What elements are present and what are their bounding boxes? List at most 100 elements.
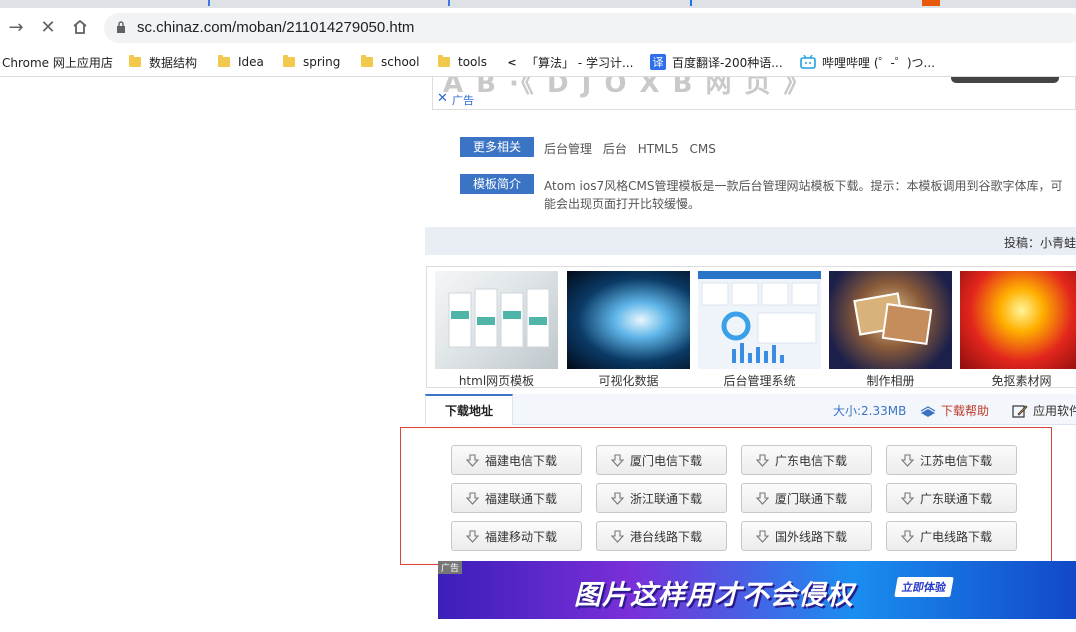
bookmark-leetcode[interactable]: < 「算法」 - 学习计... xyxy=(504,53,633,71)
app-software-label: 应用软件 xyxy=(1033,404,1076,418)
thumb-caption: 制作相册 xyxy=(866,374,915,388)
related-tags: 后台管理 后台 HTML5 CMS xyxy=(544,140,723,157)
related-thumbnails: html网页模板 可视化数据 后台管理系统 制作相册 免抠素材网 xyxy=(426,266,1076,388)
download-button[interactable]: 福建移动下载 xyxy=(451,521,582,551)
download-button[interactable]: 福建联通下载 xyxy=(451,483,582,513)
tag-link[interactable]: CMS xyxy=(690,142,716,156)
ad-banner-art: A B ·《 D J O X B 网 页 》 xyxy=(443,77,812,99)
download-button-label: 福建移动下载 xyxy=(485,529,558,544)
bookmark-folder[interactable]: 数据结构 xyxy=(129,53,197,71)
thumb-image xyxy=(698,271,821,369)
file-size: 大小:2.33MB xyxy=(833,404,907,418)
thumb-image xyxy=(567,271,690,369)
download-arrow-icon xyxy=(756,453,769,467)
ad-banner-button-art xyxy=(951,77,1059,83)
thumb-card[interactable]: 可视化数据 xyxy=(567,271,690,388)
lock-icon xyxy=(117,21,125,33)
bookmark-folder[interactable]: school xyxy=(361,53,419,71)
tag-link[interactable]: 后台管理 xyxy=(544,142,592,156)
tab-marker xyxy=(922,0,940,6)
bookmark-bilibili[interactable]: 哔哩哔哩 (゜-゜)つ... xyxy=(800,53,935,71)
bookmark-label: 百度翻译-200种语... xyxy=(672,55,783,70)
bookmark-label: school xyxy=(381,55,420,69)
download-arrow-icon xyxy=(756,529,769,543)
stop-loading-icon[interactable]: ✕ xyxy=(38,18,58,38)
address-bar[interactable]: sc.chinaz.com/moban/211014279050.htm xyxy=(104,13,1076,43)
bookmark-folder[interactable]: Idea xyxy=(218,53,264,71)
thumb-card[interactable]: 制作相册 xyxy=(829,271,952,388)
top-ad-banner[interactable]: A B ·《 D J O X B 网 页 》 ✕ 广告 xyxy=(432,77,1076,110)
home-icon[interactable] xyxy=(70,18,90,38)
download-arrow-icon xyxy=(901,529,914,543)
pencil-icon xyxy=(1012,404,1028,418)
bookmark-label: tools xyxy=(458,55,487,69)
thumb-image xyxy=(829,271,952,369)
close-icon[interactable]: ✕ xyxy=(437,91,448,106)
thumb-caption: 后台管理系统 xyxy=(723,374,796,388)
submitter-bar: 投稿：小青蛙 xyxy=(425,227,1076,255)
thumb-card[interactable]: 后台管理系统 xyxy=(698,271,821,388)
template-info: 更多相关 后台管理 后台 HTML5 CMS 模板简介 Atom ios7风格C… xyxy=(425,125,1076,227)
translate-icon: 译 xyxy=(650,54,666,70)
browser-toolbar: → ✕ sc.chinaz.com/moban/211014279050.htm xyxy=(0,8,1076,48)
folder-icon xyxy=(129,55,141,67)
download-button-label: 广东联通下载 xyxy=(920,491,993,506)
download-button[interactable]: 港台线路下载 xyxy=(596,521,727,551)
tab-marker xyxy=(690,0,692,6)
intro-text: Atom ios7风格CMS管理模板是一款后台管理网站模板下载。提示：本模板调用… xyxy=(544,179,1063,211)
download-arrow-icon xyxy=(901,453,914,467)
ad-cta-button[interactable]: 立即体验 xyxy=(894,577,954,597)
tab-strip xyxy=(0,0,1076,8)
download-button[interactable]: 国外线路下载 xyxy=(741,521,872,551)
book-icon xyxy=(920,405,936,417)
app-software-link[interactable]: 应用软件 xyxy=(1012,402,1076,419)
submitter-text: 投稿：小青蛙 xyxy=(1003,236,1076,250)
tag-link[interactable]: 后台 xyxy=(603,142,627,156)
download-button[interactable]: 福建电信下载 xyxy=(451,445,582,475)
bookmark-label: 数据结构 xyxy=(149,55,198,70)
bookmark-baidu-translate[interactable]: 译百度翻译-200种语... xyxy=(650,53,783,71)
thumb-caption: 免抠素材网 xyxy=(991,374,1052,388)
folder-icon xyxy=(218,55,230,67)
download-button-label: 国外线路下载 xyxy=(775,529,848,544)
thumb-card[interactable]: html网页模板 xyxy=(435,271,558,388)
url-text: sc.chinaz.com/moban/211014279050.htm xyxy=(137,19,415,36)
download-button[interactable]: 厦门联通下载 xyxy=(741,483,872,513)
download-button-label: 港台线路下载 xyxy=(630,529,703,544)
bottom-ad-banner[interactable]: 广告 图片这样用才不会侵权 立即体验 xyxy=(438,561,1076,619)
page-content: A B ·《 D J O X B 网 页 》 ✕ 广告 更多相关 后台管理 后台… xyxy=(0,77,1076,632)
download-button[interactable]: 厦门电信下载 xyxy=(596,445,727,475)
thumb-image xyxy=(435,271,558,369)
download-button-label: 厦门电信下载 xyxy=(630,453,703,468)
folder-icon xyxy=(361,55,373,67)
download-button[interactable]: 广东电信下载 xyxy=(741,445,872,475)
bookmark-chrome-store[interactable]: Chrome 网上应用店 xyxy=(2,53,113,71)
forward-icon[interactable]: → xyxy=(6,18,26,38)
thumb-caption: html网页模板 xyxy=(458,374,535,388)
tag-link[interactable]: HTML5 xyxy=(638,142,679,156)
leetcode-icon: < xyxy=(507,55,517,69)
download-header: 下载地址 大小:2.33MB 下载帮助 应用软件 xyxy=(425,394,1076,425)
download-help-link[interactable]: 下载帮助 xyxy=(920,402,989,419)
download-button[interactable]: 广电线路下载 xyxy=(886,521,1017,551)
download-arrow-icon xyxy=(466,453,479,467)
thumb-caption: 可视化数据 xyxy=(598,374,659,388)
download-button-label: 厦门联通下载 xyxy=(775,491,848,506)
download-button-label: 广东电信下载 xyxy=(775,453,848,468)
tab-marker xyxy=(208,0,210,6)
tab-marker xyxy=(448,0,450,6)
download-button[interactable]: 江苏电信下载 xyxy=(886,445,1017,475)
ad-slogan: 图片这样用才不会侵权 xyxy=(574,580,854,611)
download-arrow-icon xyxy=(611,491,624,505)
bookmark-label: 「算法」 - 学习计... xyxy=(526,55,634,70)
download-button[interactable]: 浙江联通下载 xyxy=(596,483,727,513)
bookmark-label: 哔哩哔哩 (゜-゜)つ... xyxy=(822,55,935,70)
download-button[interactable]: 广东联通下载 xyxy=(886,483,1017,513)
bookmark-folder[interactable]: spring xyxy=(283,53,340,71)
bookmark-folder[interactable]: tools xyxy=(438,53,487,71)
tab-download[interactable]: 下载地址 xyxy=(425,394,513,425)
thumb-card[interactable]: 免抠素材网 xyxy=(960,271,1076,388)
download-button-label: 浙江联通下载 xyxy=(630,491,703,506)
bilibili-icon xyxy=(800,54,816,70)
intro-label: 模板简介 xyxy=(460,174,534,194)
